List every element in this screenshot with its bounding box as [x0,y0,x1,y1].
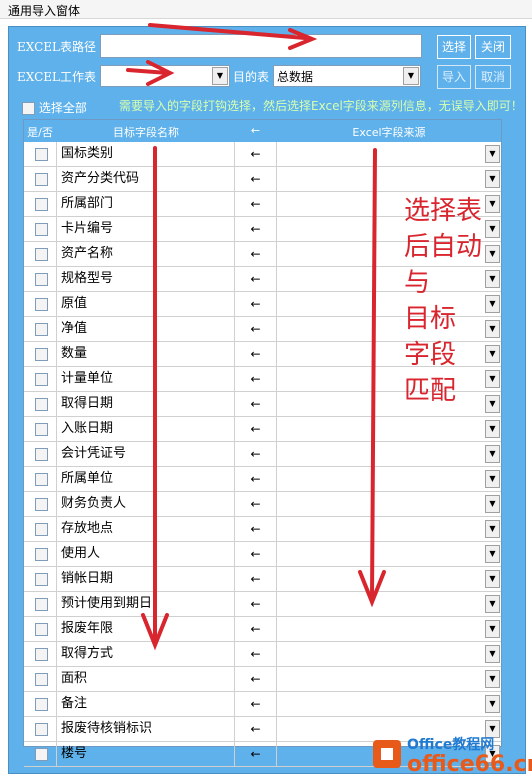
office-logo-icon [373,740,401,768]
watermark-logo: Office教程网 office66.cn [367,730,532,778]
arrow-down-right-icon [370,148,377,600]
watermark-top-text: Office教程网 [407,737,495,753]
arrow-to-path-icon [148,23,307,40]
annotation-arrows [126,23,386,651]
watermark-bottom-text: office66.cn [407,752,532,777]
